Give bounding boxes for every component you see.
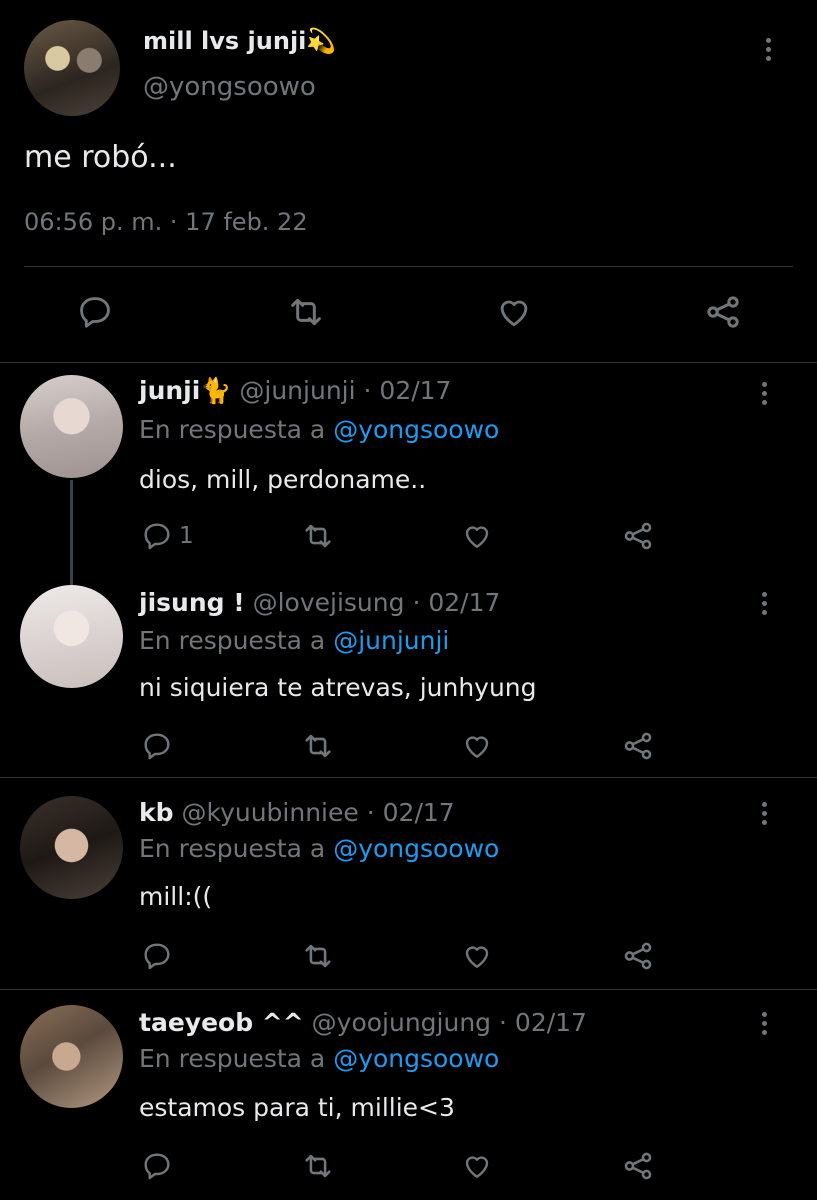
share-icon[interactable] (621, 1148, 655, 1184)
like-icon[interactable] (494, 292, 534, 332)
tweet-text: me robó... (24, 140, 177, 175)
mention-link[interactable]: @yongsoowo (333, 834, 499, 863)
user-handle[interactable]: @junjunji (239, 376, 355, 405)
user-handle[interactable]: @yongsoowo (143, 72, 316, 102)
share-icon[interactable] (621, 518, 655, 554)
like-icon[interactable] (461, 728, 493, 764)
user-handle[interactable]: @lovejisung (253, 588, 405, 617)
thread-line (70, 480, 73, 586)
in-reply-label: En respuesta a (139, 626, 326, 655)
reply-icon[interactable] (141, 728, 173, 764)
mention-link[interactable]: @junjunji (333, 626, 449, 655)
display-name[interactable]: taeyeob ^^ (139, 1008, 304, 1037)
in-reply-label: En respuesta a (139, 1044, 326, 1073)
divider (24, 266, 793, 267)
more-options-icon[interactable] (760, 802, 768, 829)
avatar[interactable] (20, 585, 123, 688)
like-icon[interactable] (461, 1148, 493, 1184)
reply-text: mill:(( (139, 882, 213, 911)
share-icon[interactable] (621, 728, 655, 764)
reply-date: · 02/17 (363, 376, 452, 405)
reply-date: · 02/17 (499, 1008, 587, 1037)
retweet-icon[interactable] (301, 938, 335, 974)
reply-tweet[interactable]: kb @kyuubinniee · 02/17 En respuesta a @… (0, 778, 817, 990)
reply-tweet[interactable]: taeyeob ^^ @yoojungjung · 02/17 En respu… (0, 990, 817, 1200)
reply-date: · 02/17 (412, 588, 501, 617)
reply-icon[interactable] (141, 938, 173, 974)
reply-date: · 02/17 (366, 798, 455, 827)
in-reply-label: En respuesta a (139, 834, 326, 863)
avatar[interactable] (20, 796, 123, 899)
reply-text: dios, mill, perdoname.. (139, 465, 427, 494)
display-name[interactable]: kb (139, 798, 174, 827)
reply-count: 1 (179, 523, 194, 549)
more-options-icon[interactable] (760, 382, 768, 409)
reply-tweet[interactable]: junji🐈 @junjunji · 02/17 En respuesta a … (0, 362, 817, 586)
display-name[interactable]: junji🐈 (139, 376, 231, 405)
retweet-icon[interactable] (301, 1148, 335, 1184)
mention-link[interactable]: @yongsoowo (333, 415, 499, 444)
in-reply-label: En respuesta a (139, 415, 326, 444)
reply-button[interactable]: 1 (141, 518, 194, 554)
reply-tweet[interactable]: jisung ! @lovejisung · 02/17 En respuest… (0, 576, 817, 778)
retweet-icon[interactable] (286, 292, 326, 332)
share-icon[interactable] (621, 938, 655, 974)
avatar[interactable] (24, 20, 120, 116)
retweet-icon[interactable] (301, 518, 335, 554)
more-options-icon[interactable] (760, 592, 768, 619)
more-options-icon[interactable] (760, 1012, 768, 1039)
avatar[interactable] (20, 1005, 123, 1108)
more-options-icon[interactable] (764, 38, 772, 65)
like-icon[interactable] (461, 518, 493, 554)
reply-icon[interactable] (141, 1148, 173, 1184)
retweet-icon[interactable] (301, 728, 335, 764)
reply-text: ni siquiera te atrevas, junhyung (139, 673, 537, 702)
avatar[interactable] (20, 375, 123, 478)
tweet-timestamp[interactable]: 06:56 p. m. · 17 feb. 22 (24, 208, 308, 236)
user-handle[interactable]: @yoojungjung (312, 1008, 491, 1037)
reply-text: estamos para ti, millie<3 (139, 1093, 455, 1122)
user-handle[interactable]: @kyuubinniee (181, 798, 358, 827)
like-icon[interactable] (461, 938, 493, 974)
share-icon[interactable] (703, 292, 743, 332)
reply-icon[interactable] (75, 292, 115, 332)
display-name[interactable]: mill lvs junji💫 (143, 27, 336, 55)
main-tweet: mill lvs junji💫 @yongsoowo me robó... 06… (0, 0, 817, 363)
mention-link[interactable]: @yongsoowo (333, 1044, 499, 1073)
display-name[interactable]: jisung ! (139, 588, 245, 617)
reply-icon (144, 523, 170, 550)
